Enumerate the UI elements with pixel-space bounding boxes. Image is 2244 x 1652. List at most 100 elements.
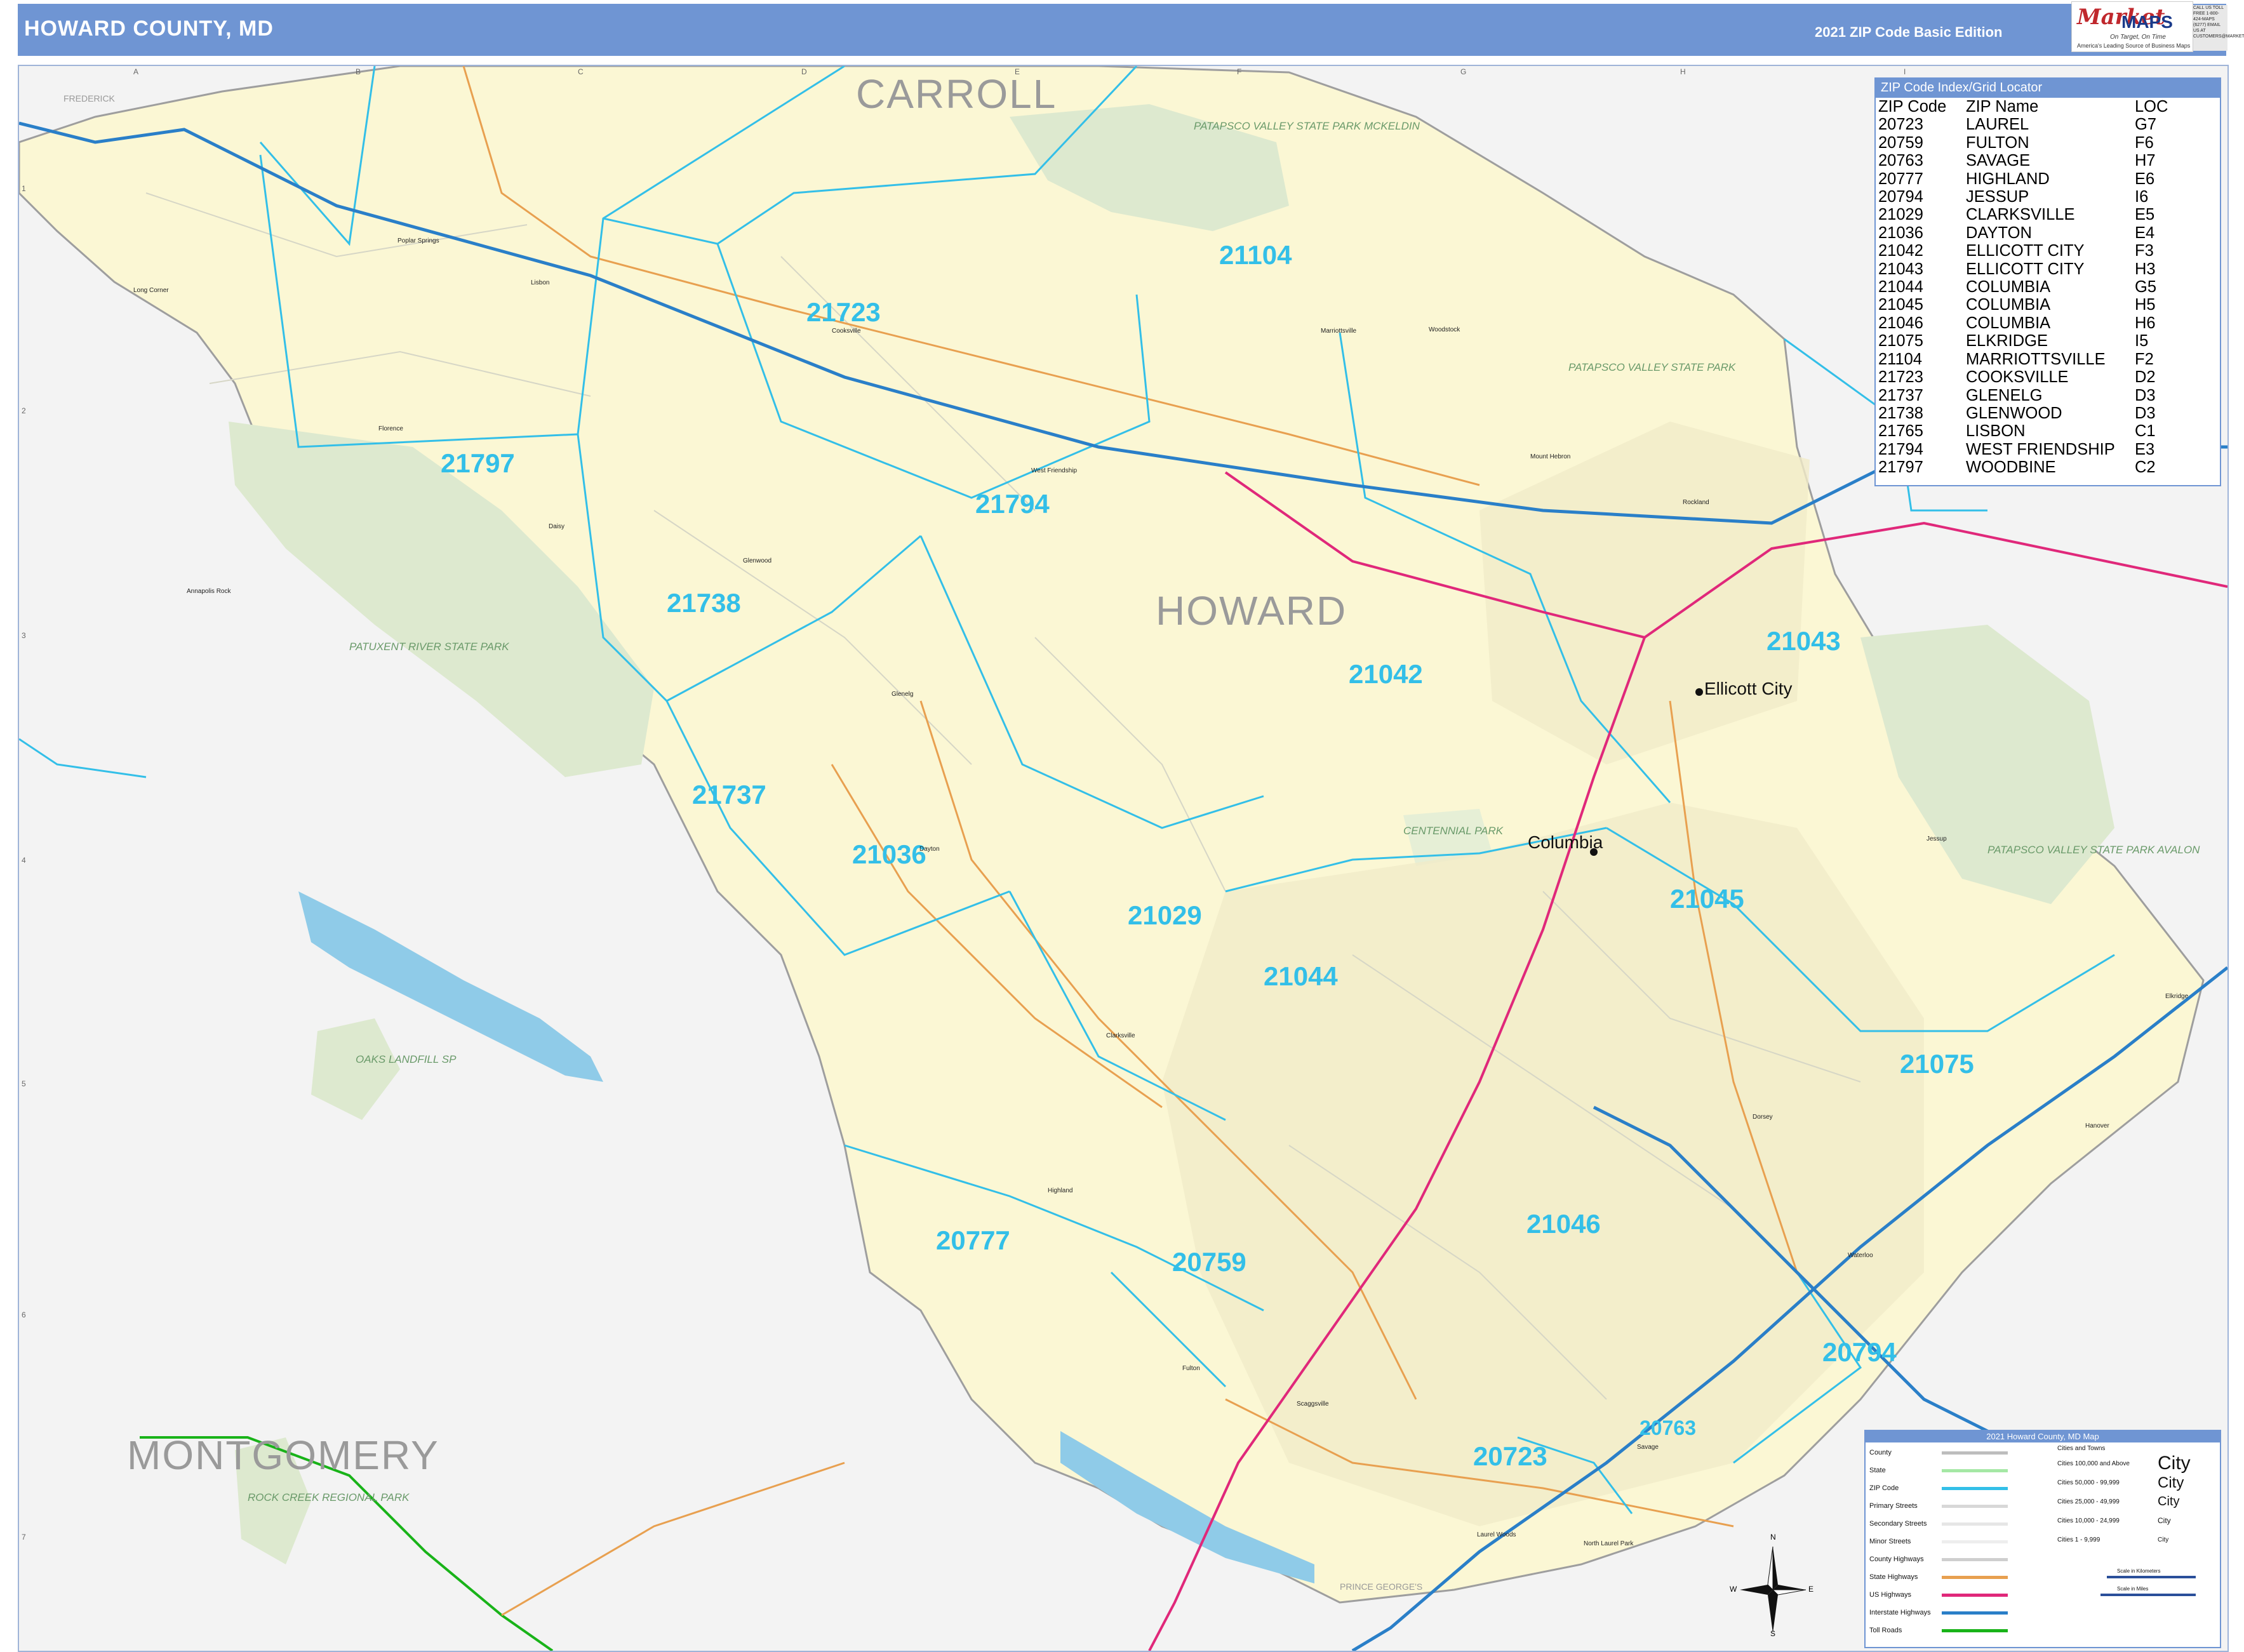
zip-code: 21075 (1878, 332, 1923, 350)
city-label-columbia[interactable]: Columbia (1528, 832, 1603, 852)
zip-label[interactable]: 21044 (1264, 961, 1338, 991)
zip-loc: H6 (2135, 314, 2156, 332)
city-label-ellicott-city[interactable]: Ellicott City (1704, 679, 1792, 698)
oaks-landfill-area (311, 1018, 400, 1120)
zip-index-row[interactable]: 21104 MARRIOTTSVILLE F2 (1878, 350, 2168, 368)
place-label: Florence (378, 425, 403, 432)
zip-name: HIGHLAND (1966, 170, 2050, 188)
zip-loc: E5 (2135, 206, 2155, 224)
zip-index-row[interactable]: 20759 FULTON F6 (1878, 134, 2168, 152)
zip-label[interactable]: 21029 (1128, 900, 1202, 930)
zip-loc: G7 (2135, 116, 2157, 134)
zip-index-header: ZIP Name (1966, 98, 2039, 116)
place-label: Fulton (1182, 1365, 1200, 1372)
compass-w: W (1730, 1585, 1737, 1594)
zip-index-row[interactable]: 21765 LISBON C1 (1878, 422, 2168, 440)
zip-label[interactable]: 20723 (1473, 1441, 1547, 1471)
park-label-rock-creek: ROCK CREEK REGIONAL PARK (248, 1491, 410, 1503)
legend-cities-header: Cities and Towns (2057, 1445, 2106, 1452)
compass-s: S (1770, 1629, 1776, 1638)
legend-swatch (1942, 1629, 2008, 1632)
zip-label[interactable]: 21794 (975, 489, 1050, 519)
zip-label[interactable]: 21043 (1766, 626, 1841, 656)
zip-label[interactable]: 20777 (936, 1225, 1010, 1255)
zip-name: COOKSVILLE (1966, 368, 2069, 387)
place-label: Long Corner (133, 287, 169, 294)
zip-loc: I5 (2135, 332, 2149, 350)
zip-loc: G5 (2135, 278, 2157, 296)
logo-tagline: On Target, On Time (2110, 34, 2166, 41)
place-label: Jessup (1927, 836, 1947, 843)
zip-code: 21737 (1878, 386, 1923, 404)
zip-label[interactable]: 21075 (1900, 1049, 1974, 1079)
zip-code: 21104 (1878, 350, 1923, 368)
grid-col-label: C (578, 67, 584, 76)
zip-index-row[interactable]: 20794 JESSUP I6 (1878, 188, 2168, 206)
zip-index-row[interactable]: 21045 COLUMBIA H5 (1878, 296, 2168, 314)
zip-loc: E3 (2135, 440, 2155, 458)
legend-city-sample: City (2158, 1474, 2184, 1491)
legend-swatch (1942, 1558, 2008, 1561)
legend-label: Interstate Highways (1869, 1609, 1931, 1616)
zip-label[interactable]: 21045 (1670, 884, 1744, 914)
zip-code: 21044 (1878, 278, 1923, 296)
zip-label[interactable]: 21738 (667, 588, 741, 618)
legend-swatch (1942, 1487, 2008, 1490)
zip-index-row[interactable]: 21737 GLENELG D3 (1878, 387, 2168, 404)
zip-index-title: ZIP Code Index/Grid Locator (1876, 79, 2220, 98)
zip-index-row[interactable]: 20777 HIGHLAND E6 (1878, 170, 2168, 188)
place-label: Dayton (919, 846, 940, 853)
zip-label[interactable]: 21036 (852, 839, 926, 869)
zip-index-row[interactable]: 21029 CLARKSVILLE E5 (1878, 206, 2168, 223)
zip-index-row[interactable]: 21723 COOKSVILLE D2 (1878, 368, 2168, 386)
market-maps-logo[interactable]: Market MAPS On Target, On Time America's… (2071, 1, 2193, 52)
grid-row-label: 7 (22, 1533, 26, 1542)
zip-label[interactable]: 21042 (1349, 659, 1423, 689)
zip-index-row[interactable]: 21043 ELLICOTT CITY H3 (1878, 260, 2168, 278)
zip-index-header: ZIP Code (1878, 98, 1947, 116)
zip-label[interactable]: 20794 (1822, 1337, 1897, 1367)
zip-index-row[interactable]: 21797 WOODBINE C2 (1878, 458, 2168, 476)
legend-city-class: Cities 25,000 - 49,999 (2057, 1498, 2120, 1505)
zip-code: 21738 (1878, 404, 1923, 422)
legend-city-class: Cities 50,000 - 99,999 (2057, 1479, 2120, 1486)
zip-code: 21036 (1878, 223, 1923, 242)
zip-label[interactable]: 21046 (1526, 1209, 1601, 1239)
zip-loc: D3 (2135, 386, 2156, 404)
zip-label[interactable]: 21723 (806, 297, 881, 327)
place-label: Glenwood (743, 557, 771, 564)
zip-index-row[interactable]: 21738 GLENWOOD D3 (1878, 404, 2168, 422)
zip-index-row[interactable]: 21044 COLUMBIA G5 (1878, 278, 2168, 296)
zip-index-row[interactable]: 21075 ELKRIDGE I5 (1878, 332, 2168, 350)
zip-name: ELLICOTT CITY (1966, 260, 2085, 278)
zip-label[interactable]: 20759 (1172, 1247, 1246, 1277)
place-label: West Friendship (1031, 467, 1078, 474)
zip-index-row[interactable]: 20723 LAUREL G7 (1878, 116, 2168, 133)
zip-name: WEST FRIENDSHIP (1966, 440, 2115, 458)
zip-code: 20777 (1878, 170, 1923, 188)
zip-label[interactable]: 21797 (441, 448, 515, 478)
zip-index-row[interactable]: 21042 ELLICOTT CITY F3 (1878, 242, 2168, 260)
legend-swatch (1942, 1469, 2008, 1472)
zip-index-row[interactable]: 21036 DAYTON E4 (1878, 224, 2168, 242)
legend-swatch (1942, 1576, 2008, 1579)
legend-label: US Highways (1869, 1591, 1912, 1599)
compass-e: E (1808, 1585, 1814, 1594)
zip-index-row[interactable]: 21046 COLUMBIA H6 (1878, 314, 2168, 332)
zip-name: COLUMBIA (1966, 314, 2051, 332)
zip-index-header-row: ZIP Code ZIP Name LOC (1878, 98, 2168, 116)
zip-index-row[interactable]: 20763 SAVAGE H7 (1878, 152, 2168, 170)
legend-label: County Highways (1869, 1555, 1924, 1563)
zip-index-row[interactable]: 21794 WEST FRIENDSHIP E3 (1878, 441, 2168, 458)
zip-name: ELKRIDGE (1966, 332, 2048, 350)
county-label-howard: HOWARD (1156, 588, 1347, 634)
logo-maps-text: MAPS (2121, 12, 2173, 32)
zip-loc: E4 (2135, 223, 2155, 242)
zip-label[interactable]: 20763 (1640, 1416, 1696, 1439)
place-label: Glenelg (892, 691, 913, 698)
zip-loc: I6 (2135, 188, 2149, 206)
zip-label[interactable]: 21737 (692, 780, 766, 809)
zip-label[interactable]: 21104 (1219, 240, 1292, 270)
map-legend: 2021 Howard County, MD Map County State … (1864, 1430, 2221, 1648)
grid-col-label: H (1680, 67, 1686, 76)
